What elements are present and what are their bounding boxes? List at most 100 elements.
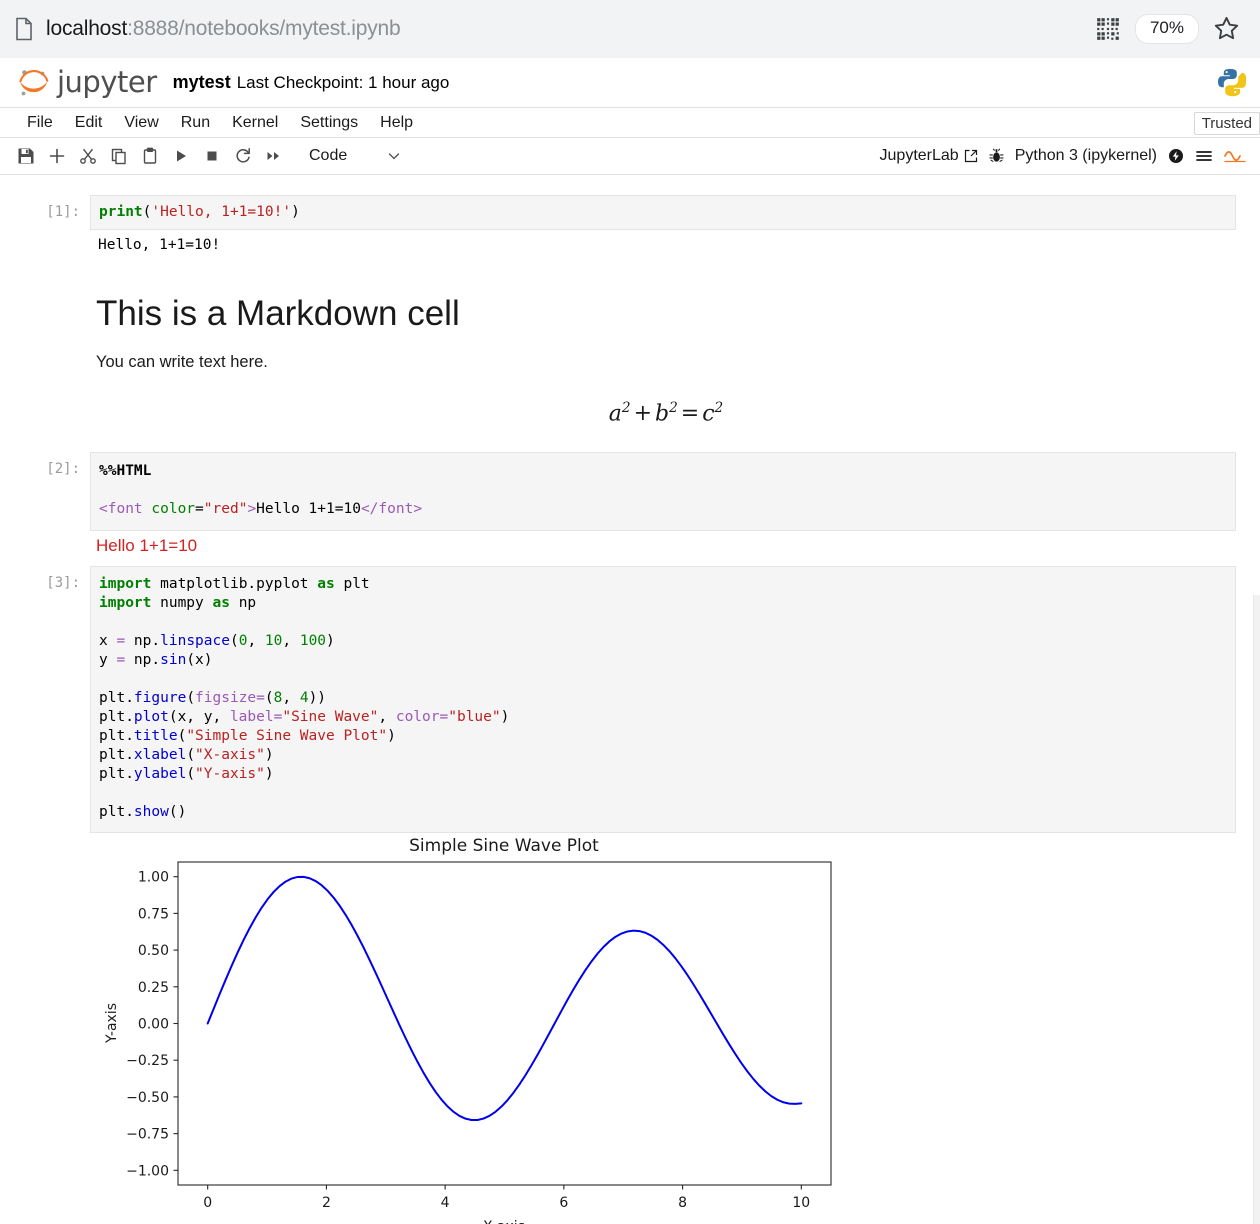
plot-output-row: 0 2 4 6 8 10 −1.00 −0.75 −0.50 −0.25 0.00 0.25 0.50… bbox=[0, 833, 1253, 1224]
y-tick-label: 0.50 bbox=[138, 943, 169, 959]
eq-b: b bbox=[655, 401, 670, 427]
menu-item-file[interactable]: File bbox=[16, 112, 64, 134]
cell-type-select[interactable]: Code bbox=[303, 145, 407, 167]
y-tick-label: −1.00 bbox=[126, 1164, 169, 1180]
chart-title: Simple Sine Wave Plot bbox=[409, 836, 599, 856]
jupyterlab-label: JupyterLab bbox=[879, 147, 959, 164]
page-document-icon bbox=[16, 17, 32, 41]
menu-item-view[interactable]: View bbox=[113, 112, 169, 134]
stop-square-icon bbox=[207, 151, 216, 161]
code-cell-1[interactable]: [1]: print('Hello, 1+1=10!') bbox=[0, 195, 1253, 230]
debugger-bug-icon[interactable] bbox=[989, 148, 1004, 164]
markdown-cell[interactable]: This is a Markdown cell You can write te… bbox=[0, 267, 1253, 426]
kernel-name-label[interactable]: Python 3 (ipykernel) bbox=[1015, 147, 1157, 165]
cell-type-value: Code bbox=[309, 147, 348, 164]
external-link-icon bbox=[964, 149, 977, 163]
plus-icon bbox=[49, 148, 64, 164]
y-tick-label: −0.25 bbox=[126, 1054, 169, 1070]
url-path: :8888/notebooks/mytest.ipynb bbox=[127, 17, 401, 40]
eq-equals: = bbox=[680, 401, 700, 427]
jupyter-logo-icon bbox=[19, 69, 49, 95]
cut-cell-button[interactable] bbox=[72, 142, 103, 170]
restart-run-all-button[interactable] bbox=[258, 142, 289, 170]
eq-c-exp: 2 bbox=[714, 400, 724, 416]
code-cell-2[interactable]: [2]: %%HTML <font color="red">Hello 1+1=… bbox=[0, 452, 1253, 532]
html-output-2: Hello 1+1=10 bbox=[96, 536, 198, 556]
chevron-down-icon bbox=[389, 153, 400, 160]
menu-item-edit[interactable]: Edit bbox=[64, 112, 114, 134]
x-tick-label: 2 bbox=[322, 1195, 331, 1211]
y-tick-label: −0.50 bbox=[126, 1090, 169, 1106]
y-tick-label: 0.00 bbox=[138, 1017, 169, 1033]
code-input-2[interactable]: %%HTML <font color="red">Hello 1+1=10</f… bbox=[90, 452, 1236, 532]
x-tick-label: 8 bbox=[678, 1195, 687, 1211]
eq-b-exp: 2 bbox=[669, 400, 678, 416]
x-tick-label: 0 bbox=[203, 1195, 212, 1211]
fast-forward-icon bbox=[267, 152, 279, 160]
jupyterlab-link[interactable]: JupyterLab bbox=[880, 147, 978, 165]
scrollbar-thumb[interactable] bbox=[1253, 175, 1260, 595]
cell-prompt-2: [2]: bbox=[46, 461, 80, 478]
last-checkpoint-label: Last Checkpoint: 1 hour ago bbox=[236, 72, 450, 92]
markdown-heading: This is a Markdown cell bbox=[96, 294, 460, 333]
save-button[interactable] bbox=[10, 142, 41, 170]
matplotlib-figure: 0 2 4 6 8 10 −1.00 −0.75 −0.50 −0.25 0.00 0.25 0.50… bbox=[90, 833, 1253, 1224]
code-input-3[interactable]: import matplotlib.pyplot as plt import n… bbox=[90, 566, 1236, 834]
notebook-toolbar: Code JupyterLab Python 3 (ipykernel) bbox=[0, 138, 1260, 175]
play-triangle-icon bbox=[176, 150, 186, 162]
bookmark-star-icon[interactable] bbox=[1213, 15, 1240, 42]
chart-y-axis-label: Y-axis bbox=[104, 1003, 120, 1044]
output-prompt-2 bbox=[0, 531, 90, 558]
y-tick-label: 1.00 bbox=[138, 870, 169, 886]
plot-output-prompt bbox=[0, 833, 90, 1224]
kernel-idle-circle-icon[interactable] bbox=[1168, 148, 1184, 164]
cell-prompt-3: [3]: bbox=[46, 575, 80, 592]
url-host: localhost bbox=[46, 17, 128, 40]
restart-circular-arrow-icon bbox=[235, 148, 250, 163]
jupyter-logo[interactable]: jupyter bbox=[14, 63, 157, 103]
x-tick-label: 4 bbox=[441, 1195, 450, 1211]
restart-kernel-button[interactable] bbox=[227, 142, 258, 170]
insert-cell-button[interactable] bbox=[41, 142, 72, 170]
jupyter-wordmark: jupyter bbox=[57, 65, 157, 99]
stop-kernel-button[interactable] bbox=[196, 142, 227, 170]
chart-axes-frame bbox=[177, 861, 832, 1186]
activity-squiggle-icon[interactable] bbox=[1224, 148, 1246, 164]
menu-item-kernel[interactable]: Kernel bbox=[221, 112, 289, 134]
eq-plus: + bbox=[633, 401, 653, 427]
markdown-equation: a2 + b2 = c2 bbox=[96, 400, 1236, 426]
output-prompt-1 bbox=[0, 230, 90, 261]
x-tick-label: 10 bbox=[792, 1195, 810, 1211]
markdown-content[interactable]: This is a Markdown cell You can write te… bbox=[90, 267, 1253, 426]
clipboard-paste-icon bbox=[143, 147, 156, 164]
paste-cell-button[interactable] bbox=[134, 142, 165, 170]
code-input-1[interactable]: print('Hello, 1+1=10!') bbox=[90, 195, 1236, 230]
save-floppy-icon bbox=[18, 148, 33, 164]
menu-item-settings[interactable]: Settings bbox=[289, 112, 369, 134]
vertical-scrollbar[interactable] bbox=[1253, 175, 1260, 1224]
hamburger-menu-icon[interactable] bbox=[1195, 148, 1213, 164]
eq-a-exp: 2 bbox=[621, 400, 631, 416]
url-input[interactable]: localhost:8888/notebooks/mytest.ipynb bbox=[14, 11, 1095, 47]
notebook-name[interactable]: mytest bbox=[173, 72, 231, 93]
eq-c: c bbox=[702, 401, 715, 427]
y-tick-label: 0.25 bbox=[138, 980, 169, 996]
y-tick-label: −0.75 bbox=[126, 1127, 169, 1143]
menu-item-help[interactable]: Help bbox=[369, 112, 424, 134]
copy-icon bbox=[111, 148, 126, 165]
copy-cell-button[interactable] bbox=[103, 142, 134, 170]
trusted-badge[interactable]: Trusted bbox=[1193, 112, 1260, 135]
url-bar-actions: 70% bbox=[1095, 14, 1246, 44]
python-logo-icon bbox=[1218, 69, 1246, 97]
qr-code-icon[interactable] bbox=[1095, 16, 1121, 42]
run-cell-button[interactable] bbox=[165, 142, 196, 170]
notebook-body: [1]: print('Hello, 1+1=10!') Hello, 1+1=… bbox=[0, 175, 1253, 1224]
eq-a: a bbox=[608, 401, 622, 427]
zoom-level-badge[interactable]: 70% bbox=[1134, 14, 1199, 44]
code-output-1: Hello, 1+1=10! bbox=[98, 237, 221, 253]
menu-item-run[interactable]: Run bbox=[170, 112, 221, 134]
markdown-prompt bbox=[0, 267, 90, 426]
url-text: localhost:8888/notebooks/mytest.ipynb bbox=[46, 17, 401, 41]
code-cell-3[interactable]: [3]: import matplotlib.pyplot as plt imp… bbox=[0, 566, 1253, 834]
y-tick-label: 0.75 bbox=[138, 907, 169, 923]
